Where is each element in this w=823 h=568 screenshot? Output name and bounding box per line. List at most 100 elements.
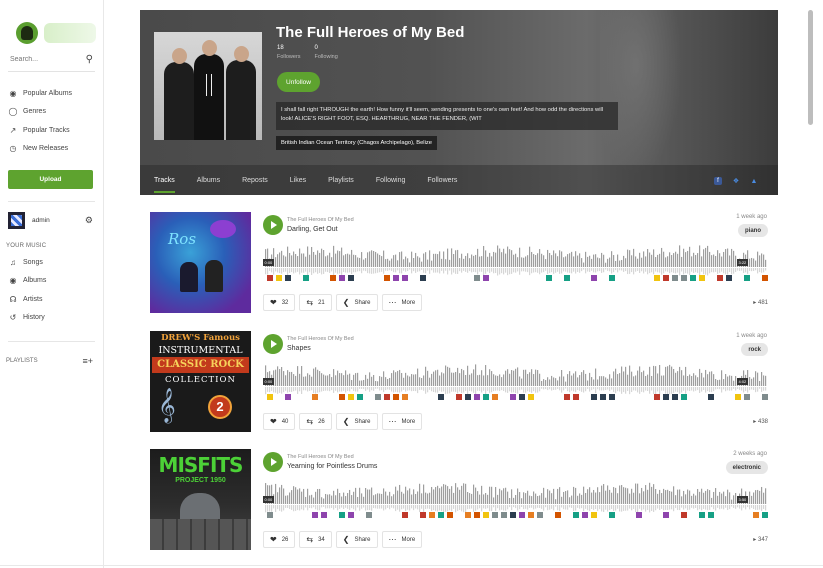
- waveform-bar: [555, 253, 557, 267]
- tab-tracks[interactable]: Tracks: [154, 165, 175, 195]
- waveform-bar: [389, 377, 391, 386]
- more-button[interactable]: ⋯ More: [381, 413, 423, 430]
- upload-button[interactable]: Upload: [8, 170, 93, 189]
- track-title[interactable]: Darling, Get Out: [287, 226, 338, 233]
- waveform-bar: [709, 371, 711, 386]
- waveform-bar: [715, 505, 717, 511]
- waveform-bar: [583, 370, 585, 386]
- following-stat[interactable]: 0 Following: [315, 45, 338, 60]
- logo[interactable]: [0, 0, 103, 46]
- waveform-bar: [627, 387, 629, 391]
- waveform-bar: [671, 255, 673, 267]
- waveform[interactable]: [263, 245, 769, 285]
- play-button[interactable]: [263, 452, 283, 472]
- waveform-bar: [755, 371, 757, 386]
- play-button[interactable]: [263, 334, 283, 354]
- waveform-bar: [555, 387, 557, 390]
- scrollbar[interactable]: [808, 10, 813, 125]
- waveform-bar: [357, 387, 359, 392]
- like-button[interactable]: ❤ 26: [263, 531, 296, 548]
- search-input[interactable]: [10, 56, 70, 63]
- more-button[interactable]: ⋯ More: [381, 294, 423, 311]
- tab-playlists[interactable]: Playlists: [328, 165, 354, 195]
- tab-albums[interactable]: Albums: [197, 165, 220, 195]
- share-button[interactable]: ❮ Share: [335, 531, 378, 548]
- track-cover[interactable]: DREW'S Famous INSTRUMENTAL CLASSIC ROCK …: [150, 331, 251, 432]
- waveform-bar: [725, 268, 727, 275]
- share-button[interactable]: ❮ Share: [335, 294, 378, 311]
- avatar[interactable]: [8, 212, 25, 229]
- waveform-bar: [449, 387, 451, 394]
- repost-button[interactable]: ⇆ 21: [299, 294, 332, 311]
- waveform-bar: [585, 268, 587, 274]
- genre-tag[interactable]: rock: [741, 343, 768, 356]
- tab-likes[interactable]: Likes: [290, 165, 306, 195]
- nav-history[interactable]: ↺ History: [0, 309, 103, 328]
- comment-avatar: [528, 394, 534, 400]
- share-button[interactable]: ❮ Share: [335, 413, 378, 430]
- track-title[interactable]: Shapes: [287, 345, 311, 352]
- waveform-bar: [287, 387, 289, 393]
- waveform-bar: [673, 268, 675, 273]
- waveform-bar: [583, 505, 585, 512]
- nav-popular-albums[interactable]: ◉ Popular Albums: [0, 84, 103, 103]
- waveform-bar: [385, 268, 387, 271]
- gear-icon[interactable]: ⚙: [85, 215, 93, 226]
- waveform-bar: [541, 505, 543, 509]
- track-cover[interactable]: MISFITS PROJECT 1950: [150, 449, 251, 550]
- nav-popular-tracks[interactable]: ↗ Popular Tracks: [0, 121, 103, 140]
- waveform-bar: [447, 248, 449, 267]
- comment-avatar: [681, 275, 687, 281]
- waveform-bar: [325, 256, 327, 267]
- waveform-bar: [601, 376, 603, 386]
- nav-label: Artists: [23, 295, 43, 303]
- waveform[interactable]: [263, 364, 769, 404]
- waveform-bar: [341, 387, 343, 392]
- track-artist[interactable]: The Full Heroes Of My Bed: [287, 454, 354, 460]
- genre-tag[interactable]: electronic: [725, 461, 768, 474]
- facebook-icon[interactable]: f: [714, 177, 722, 185]
- unfollow-button[interactable]: Unfollow: [277, 72, 320, 92]
- nav-label: Genres: [23, 108, 46, 116]
- waveform-bar: [341, 505, 343, 508]
- track-cover[interactable]: Ros: [150, 212, 251, 313]
- user-name[interactable]: admin: [32, 217, 85, 224]
- genre-tag[interactable]: piano: [738, 224, 768, 237]
- nav-songs[interactable]: ♫ Songs: [0, 253, 103, 272]
- waveform-bar: [417, 368, 419, 386]
- more-button[interactable]: ⋯ More: [381, 531, 423, 548]
- comment-avatar: [537, 512, 543, 518]
- waveform-bar: [415, 387, 417, 392]
- like-button[interactable]: ❤ 40: [263, 413, 296, 430]
- waveform[interactable]: [263, 482, 769, 522]
- waveform-bar: [647, 489, 649, 504]
- tab-following[interactable]: Following: [376, 165, 406, 195]
- waveform-bar: [637, 387, 639, 393]
- repost-button[interactable]: ⇆ 34: [299, 531, 332, 548]
- nav-albums[interactable]: ◉ Albums: [0, 272, 103, 291]
- track-artist[interactable]: The Full Heroes Of My Bed: [287, 336, 354, 342]
- waveform-bar: [397, 268, 399, 271]
- waveform-bar: [671, 491, 673, 504]
- soundcloud-icon[interactable]: ▲: [750, 177, 758, 185]
- like-button[interactable]: ❤ 32: [263, 294, 296, 311]
- nav-artists[interactable]: ☊ Artists: [0, 290, 103, 309]
- twitter-icon[interactable]: ❖: [732, 177, 740, 185]
- waveform-bar: [349, 387, 351, 392]
- comment-avatar: [699, 512, 705, 518]
- followers-stat[interactable]: 18 Followers: [277, 45, 301, 60]
- playlists-header: PLAYLISTS ≡+: [6, 356, 93, 366]
- waveform-bar: [513, 497, 515, 504]
- tab-followers[interactable]: Followers: [427, 165, 457, 195]
- track-artist[interactable]: The Full Heroes Of My Bed: [287, 217, 354, 223]
- add-playlist-icon[interactable]: ≡+: [82, 356, 93, 366]
- waveform-bar: [587, 505, 589, 511]
- waveform-bar: [305, 376, 307, 386]
- nav-genres[interactable]: ◯ Genres: [0, 103, 103, 122]
- repost-button[interactable]: ⇆ 26: [299, 413, 332, 430]
- play-button[interactable]: [263, 215, 283, 235]
- track-title[interactable]: Yearning for Pointless Drums: [287, 463, 377, 470]
- tab-reposts[interactable]: Reposts: [242, 165, 268, 195]
- nav-new-releases[interactable]: ◷ New Releases: [0, 140, 103, 159]
- search-icon[interactable]: ⚲: [86, 54, 93, 65]
